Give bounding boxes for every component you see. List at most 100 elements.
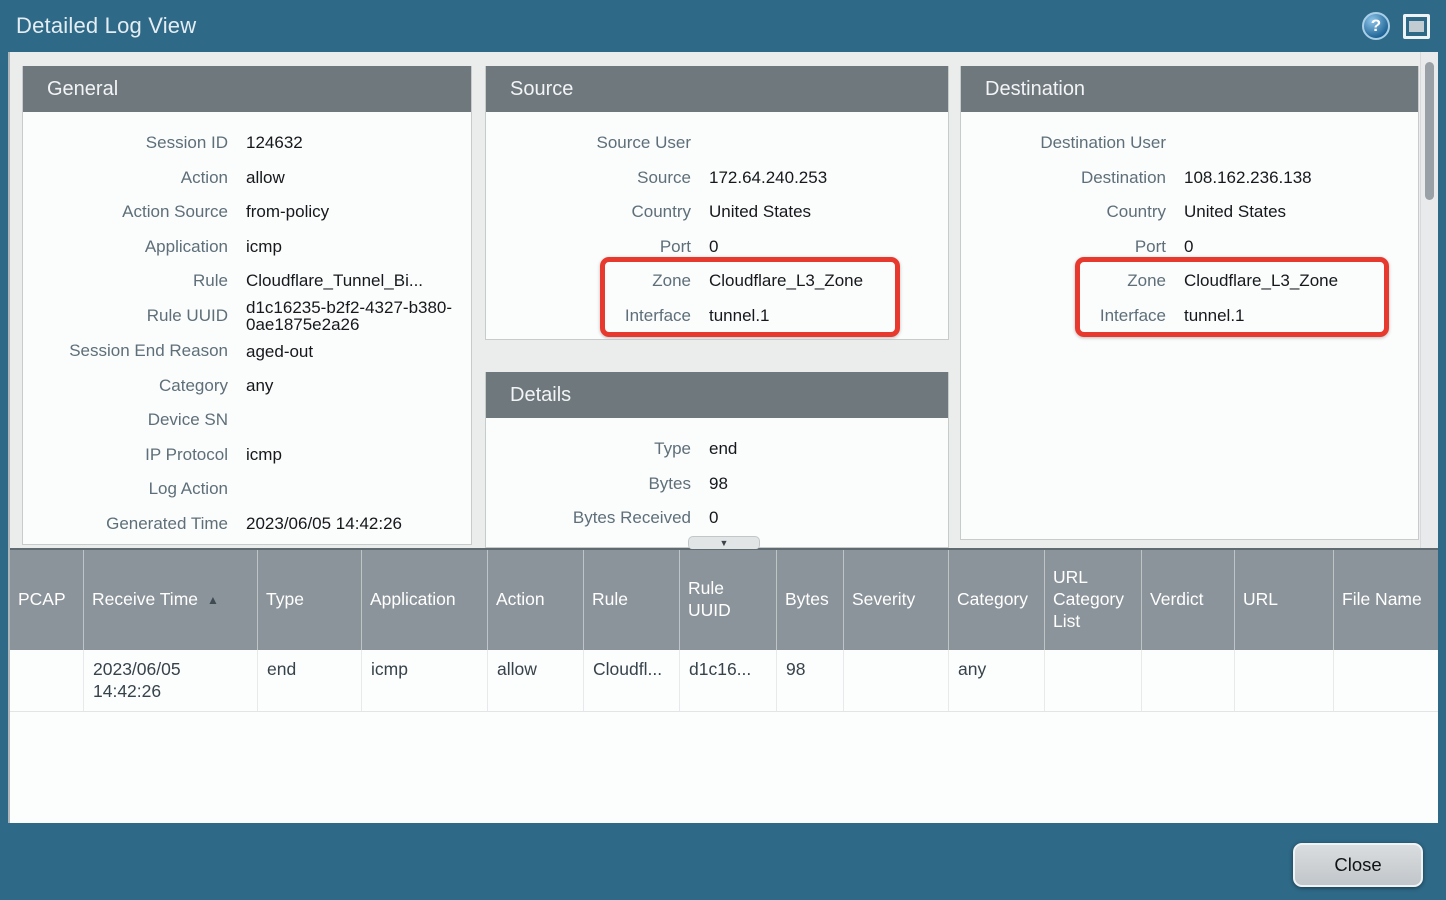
field-row-type: Type end xyxy=(486,432,948,467)
field-value: tunnel.1 xyxy=(709,307,784,325)
help-icon[interactable]: ? xyxy=(1362,12,1390,40)
field-value: Cloudflare_L3_Zone xyxy=(709,272,877,290)
field-value: 0 xyxy=(1184,238,1207,256)
column-header-type[interactable]: Type xyxy=(258,550,362,650)
field-value: 0 xyxy=(709,509,732,527)
field-value: 172.64.240.253 xyxy=(709,169,841,187)
field-row-country: Country United States xyxy=(961,195,1418,230)
column-header-application[interactable]: Application xyxy=(362,550,488,650)
vertical-scrollbar[interactable] xyxy=(1420,52,1438,548)
field-label: Bytes xyxy=(486,474,691,494)
log-entries-table: PCAP Receive Time ▲ Type Application Act… xyxy=(10,548,1438,823)
field-value: icmp xyxy=(246,446,296,464)
field-value: 0 xyxy=(709,238,732,256)
field-label: Application xyxy=(23,237,228,257)
column-header-rule-uuid[interactable]: Rule UUID xyxy=(680,550,777,650)
field-value: icmp xyxy=(246,238,296,256)
field-label: Device SN xyxy=(23,410,228,430)
dialog-content: General Session ID 124632 Action allow A… xyxy=(8,52,1438,823)
cell-action: allow xyxy=(488,650,584,711)
splitter-handle[interactable]: ▼ xyxy=(688,536,760,549)
field-label: Destination User xyxy=(961,133,1166,153)
field-value: United States xyxy=(1184,203,1300,221)
details-panel-body: Type end Bytes 98 Bytes Received 0 xyxy=(486,418,948,536)
column-header-action[interactable]: Action xyxy=(488,550,584,650)
field-label: Action xyxy=(23,168,228,188)
general-panel-body: Session ID 124632 Action allow Action So… xyxy=(23,112,471,541)
field-row-zone: Zone Cloudflare_L3_Zone xyxy=(486,264,948,299)
field-row-session-end-reason: Session End Reason aged-out xyxy=(23,334,471,369)
field-row-application: Application icmp xyxy=(23,230,471,265)
field-label: Session ID xyxy=(23,133,228,153)
close-button[interactable]: Close xyxy=(1293,843,1423,887)
column-header-bytes[interactable]: Bytes xyxy=(777,550,844,650)
field-value: aged-out xyxy=(246,343,327,361)
field-row-device-sn: Device SN xyxy=(23,403,471,438)
maximize-window-icon[interactable] xyxy=(1403,14,1430,39)
destination-panel-header: Destination xyxy=(961,66,1418,112)
field-value: tunnel.1 xyxy=(1184,307,1259,325)
cell-rule-uuid: d1c16... xyxy=(680,650,777,711)
field-label: Port xyxy=(961,237,1166,257)
field-row-category: Category any xyxy=(23,369,471,404)
field-row-source: Source 172.64.240.253 xyxy=(486,161,948,196)
field-label: Type xyxy=(486,439,691,459)
field-value: Cloudflare_L3_Zone xyxy=(1184,272,1352,290)
field-label: Interface xyxy=(961,306,1166,326)
table-row[interactable]: 2023/06/05 14:42:26 end icmp allow Cloud… xyxy=(10,650,1438,712)
vertical-scrollbar-thumb[interactable] xyxy=(1425,62,1434,200)
cell-url xyxy=(1235,650,1334,711)
help-glyph: ? xyxy=(1371,16,1381,36)
cell-application: icmp xyxy=(362,650,488,711)
field-label: Zone xyxy=(486,271,691,291)
general-panel: General Session ID 124632 Action allow A… xyxy=(22,66,472,545)
field-label: Country xyxy=(486,202,691,222)
field-value: 2023/06/05 14:42:26 xyxy=(246,515,416,533)
detailed-log-view-dialog: Detailed Log View ? General Session ID 1… xyxy=(0,0,1446,900)
cell-receive-time: 2023/06/05 14:42:26 xyxy=(84,650,258,711)
column-header-pcap[interactable]: PCAP xyxy=(10,550,84,650)
column-header-file-name[interactable]: File Name xyxy=(1334,550,1438,650)
column-header-receive-time[interactable]: Receive Time ▲ xyxy=(84,550,258,650)
destination-panel-body: Destination User Destination 108.162.236… xyxy=(961,112,1418,333)
field-row-interface: Interface tunnel.1 xyxy=(486,299,948,334)
field-row-action: Action allow xyxy=(23,161,471,196)
field-row-country: Country United States xyxy=(486,195,948,230)
field-row-destination: Destination 108.162.236.138 xyxy=(961,161,1418,196)
general-panel-header: General xyxy=(23,66,471,112)
column-header-verdict[interactable]: Verdict xyxy=(1142,550,1235,650)
field-row-rule-uuid: Rule UUID d1c16235-b2f2-4327-b380-0ae187… xyxy=(23,299,471,335)
field-row-interface: Interface tunnel.1 xyxy=(961,299,1418,334)
log-detail-panels-area: General Session ID 124632 Action allow A… xyxy=(10,52,1438,548)
cell-category: any xyxy=(949,650,1045,711)
field-row-bytes-received: Bytes Received 0 xyxy=(486,501,948,536)
page-title: Detailed Log View xyxy=(16,13,1362,39)
destination-panel: Destination Destination User Destination… xyxy=(960,66,1419,540)
field-value: end xyxy=(709,440,751,458)
field-label: Source xyxy=(486,168,691,188)
field-value: United States xyxy=(709,203,825,221)
field-value: allow xyxy=(246,169,299,187)
column-header-url[interactable]: URL xyxy=(1235,550,1334,650)
cell-url-category-list xyxy=(1045,650,1142,711)
column-header-rule[interactable]: Rule xyxy=(584,550,680,650)
field-row-destination-user: Destination User xyxy=(961,126,1418,161)
source-panel-header: Source xyxy=(486,66,948,112)
column-header-severity[interactable]: Severity xyxy=(844,550,949,650)
field-value: Cloudflare_Tunnel_Bi... xyxy=(246,272,437,290)
field-row-action-source: Action Source from-policy xyxy=(23,195,471,230)
sort-ascending-icon: ▲ xyxy=(207,593,219,608)
field-label: Generated Time xyxy=(23,514,228,534)
cell-pcap xyxy=(10,650,84,711)
field-row-session-id: Session ID 124632 xyxy=(23,126,471,161)
field-row-port: Port 0 xyxy=(961,230,1418,265)
field-row-port: Port 0 xyxy=(486,230,948,265)
field-label: IP Protocol xyxy=(23,445,228,465)
column-header-url-category-list[interactable]: URL Category List xyxy=(1045,550,1142,650)
cell-rule: Cloudfl... xyxy=(584,650,680,711)
column-header-category[interactable]: Category xyxy=(949,550,1045,650)
field-label: Category xyxy=(23,376,228,396)
field-label: Bytes Received xyxy=(486,508,691,528)
field-label: Rule UUID xyxy=(23,306,228,326)
column-header-label: Receive Time xyxy=(92,589,198,611)
